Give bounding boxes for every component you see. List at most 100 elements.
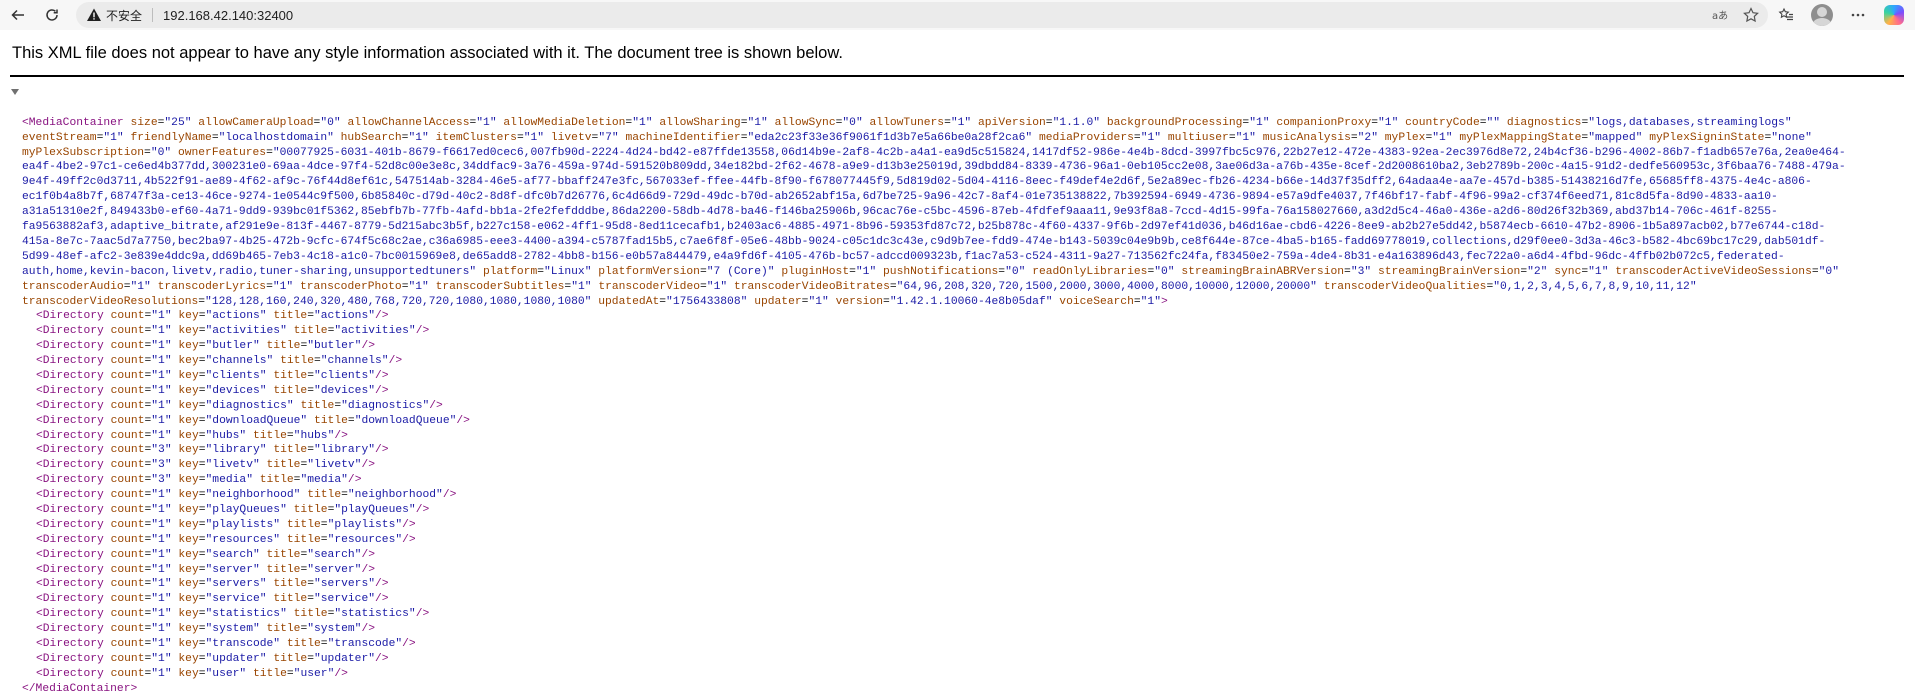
directory-attr-title: title [314, 414, 348, 427]
directory-title-value: "devices" [314, 384, 376, 397]
directory-title-value: "search" [307, 548, 362, 561]
directory-attr-key: key [178, 637, 199, 650]
media-container-attr-line: myPlexSubscription="0" ownerFeatures="00… [22, 146, 1846, 159]
address-bar[interactable]: 不安全 192.168.42.140:32400 aあ [76, 2, 1768, 28]
directory-attr-count: count [110, 503, 145, 516]
media-container-close-tag: </MediaContainer> [22, 682, 138, 695]
directory-attr-title: title [273, 593, 308, 606]
directory-key-value: "updater" [205, 652, 267, 665]
warning-triangle-icon[interactable] [86, 7, 102, 23]
directory-attr-key: key [178, 459, 199, 472]
directory-attr-key: key [178, 652, 199, 665]
directory-title-value: "activities" [334, 325, 416, 338]
directory-title-value: "resources" [327, 533, 403, 546]
directory-element: <Directory count="1" key="hubs" title="h… [36, 429, 348, 442]
directory-attr-count: count [110, 310, 145, 323]
reload-icon[interactable] [38, 1, 66, 29]
directory-attr-count: count [110, 340, 145, 353]
directory-title-value: "statistics" [334, 608, 416, 621]
directory-element: <Directory count="1" key="playQueues" ti… [36, 503, 430, 516]
directory-element: <Directory count="3" key="livetv" title=… [36, 459, 376, 472]
media-container-attr-line: a31a51310e2f,849433b0-ef60-4a71-9dd9-939… [22, 206, 1778, 219]
directory-key-value: "channels" [205, 355, 274, 368]
directory-attr-title: title [266, 459, 301, 472]
directory-attr-title: title [273, 444, 308, 457]
more-menu-icon[interactable] [1845, 2, 1871, 28]
directory-title-value: "clients" [314, 369, 376, 382]
directory-element: <Directory count="1" key="statistics" ti… [36, 608, 430, 621]
directory-attr-key: key [178, 429, 199, 442]
directory-element: <Directory count="1" key="user" title="u… [36, 667, 348, 680]
url-text[interactable]: 192.168.42.140:32400 [163, 8, 293, 23]
directory-attr-key: key [178, 340, 199, 353]
directory-key-value: "actions" [205, 310, 267, 323]
directory-attr-key: key [178, 355, 199, 368]
directory-attr-count: count [110, 563, 145, 576]
collapse-toggle-icon[interactable] [11, 89, 19, 95]
directory-attr-title: title [293, 325, 328, 338]
directory-count-value: "1" [151, 637, 172, 650]
directory-attr-key: key [178, 608, 199, 621]
directory-count-value: "3" [151, 444, 172, 457]
directory-element: <Directory count="1" key="updater" title… [36, 652, 389, 665]
directory-key-value: "livetv" [205, 459, 260, 472]
directory-key-value: "downloadQueue" [205, 414, 308, 427]
insecure-label[interactable]: 不安全 [106, 7, 142, 24]
directory-element: <Directory count="1" key="clients" title… [36, 369, 389, 382]
directory-key-value: "neighborhood" [205, 489, 301, 502]
directory-key-value: "service" [205, 593, 267, 606]
directory-attr-title: title [293, 503, 328, 516]
directory-attr-count: count [110, 533, 145, 546]
no-style-info-message: This XML file does not appear to have an… [12, 44, 843, 62]
directory-count-value: "1" [151, 518, 172, 531]
directory-key-value: "servers" [205, 578, 267, 591]
collections-icon[interactable] [1773, 2, 1799, 28]
directory-attr-key: key [178, 503, 199, 516]
media-container-attr-line: 9e4f-49ff2c0d3711,4b522f91-ae89-4f62-af9… [22, 176, 1812, 189]
directory-count-value: "3" [151, 459, 172, 472]
directory-attr-count: count [110, 608, 145, 621]
directory-attr-title: title [286, 518, 321, 531]
directory-element: <Directory count="1" key="servers" title… [36, 578, 389, 591]
svg-text:aあ: aあ [1712, 10, 1728, 22]
directory-attr-title: title [280, 355, 314, 368]
directory-attr-title: title [273, 384, 308, 397]
directory-key-value: "transcode" [205, 637, 281, 650]
read-aloud-icon[interactable]: aあ [1712, 6, 1730, 24]
directory-count-value: "1" [151, 608, 172, 621]
directory-title-value: "butler" [307, 340, 362, 353]
directory-attr-key: key [178, 548, 199, 561]
directory-count-value: "1" [151, 563, 172, 576]
directory-element: <Directory count="1" key="downloadQueue"… [36, 414, 470, 427]
directory-element: <Directory count="3" key="media" title="… [36, 474, 362, 487]
directory-title-value: "service" [314, 593, 376, 606]
directory-attr-title: title [307, 489, 342, 502]
directory-attr-count: count [110, 429, 145, 442]
directory-key-value: "user" [205, 667, 247, 680]
favorite-star-icon[interactable] [1742, 6, 1760, 24]
directory-title-value: "channels" [320, 355, 389, 368]
media-container-attr-line: eventStream="1" friendlyName="localhostd… [22, 131, 1812, 144]
directory-element: <Directory count="1" key="search" title=… [36, 548, 376, 561]
directory-title-value: "diagnostics" [341, 399, 430, 412]
directory-element: <Directory count="1" key="system" title=… [36, 623, 376, 636]
directory-key-value: "playQueues" [205, 503, 287, 516]
directory-attr-title: title [252, 667, 287, 680]
directory-title-value: "playlists" [327, 518, 403, 531]
directory-element: <Directory count="1" key="channels" titl… [36, 355, 403, 368]
directory-element: <Directory count="1" key="server" title=… [36, 563, 376, 576]
directory-attr-key: key [178, 399, 199, 412]
directory-attr-title: title [286, 533, 321, 546]
media-container-attr-line: ea4f-4be2-97c1-ce6ed4b377dd,300231e0-69a… [22, 161, 1846, 174]
directory-count-value: "1" [151, 414, 172, 427]
address-separator [152, 8, 154, 22]
directory-count-value: "1" [151, 310, 172, 323]
directory-count-value: "1" [151, 369, 172, 382]
profile-avatar-icon[interactable] [1809, 2, 1835, 28]
directory-attr-title: title [266, 563, 301, 576]
directory-attr-key: key [178, 593, 199, 606]
copilot-icon[interactable] [1881, 2, 1907, 28]
directory-count-value: "1" [151, 623, 172, 636]
back-arrow-icon[interactable] [4, 1, 32, 29]
directory-element: <Directory count="1" key="butler" title=… [36, 340, 376, 353]
